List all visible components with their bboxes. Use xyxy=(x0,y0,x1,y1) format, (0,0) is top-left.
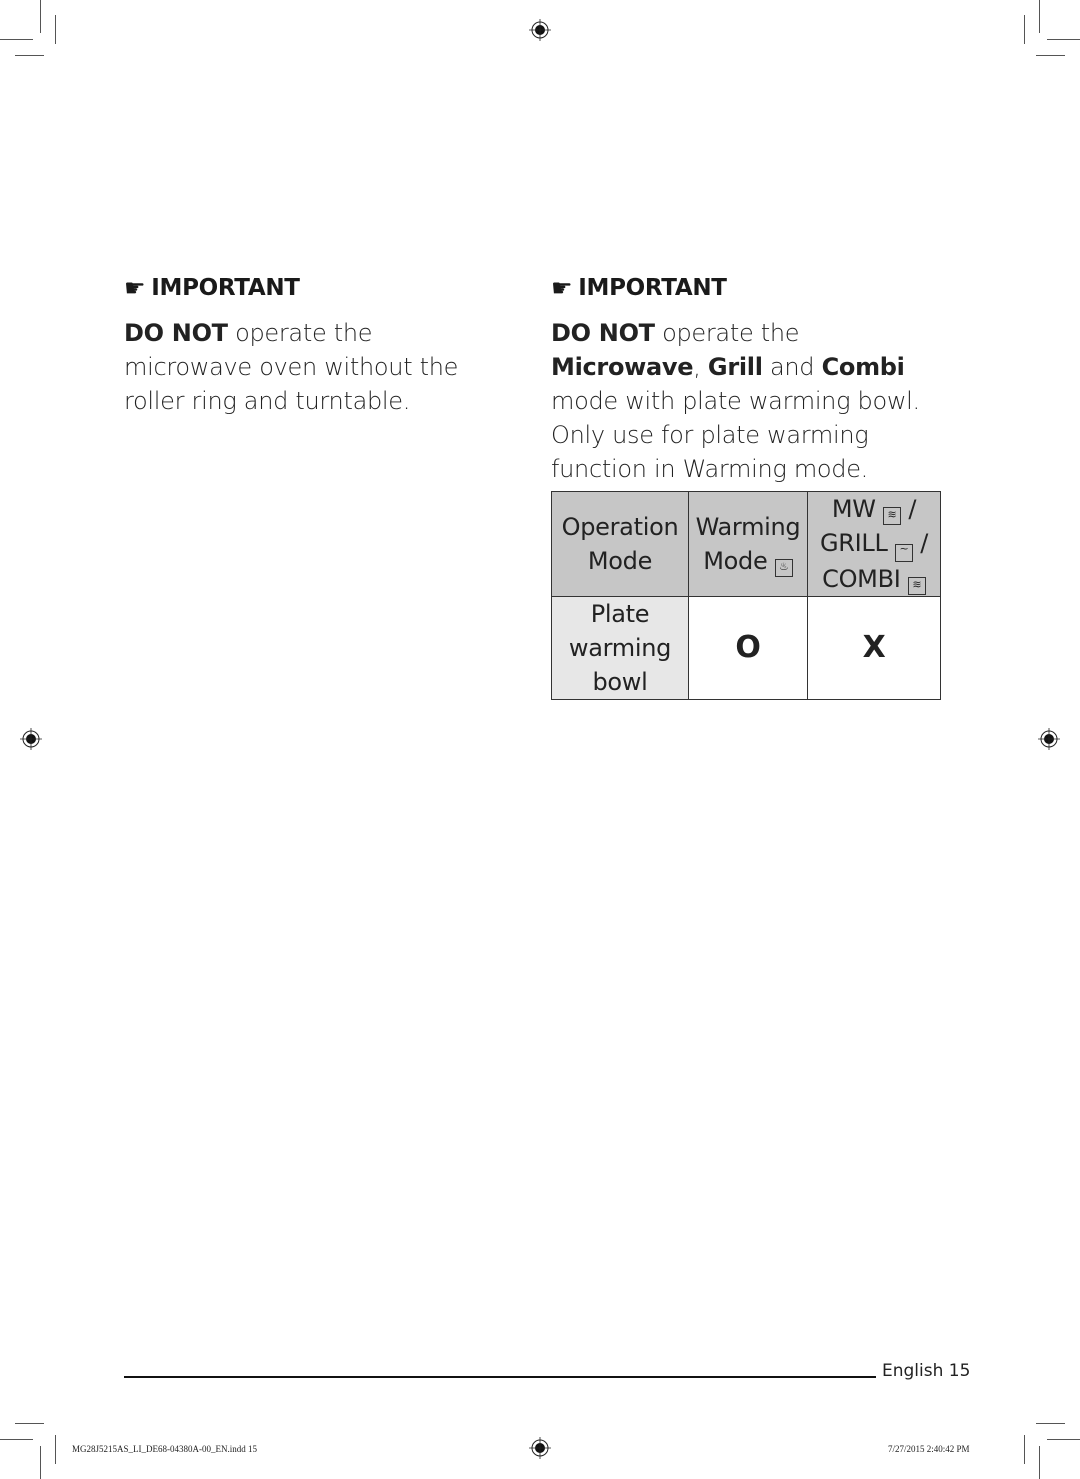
note-emphasis: DO NOT xyxy=(551,319,655,347)
note-heading-text: IMPORTANT xyxy=(151,275,300,301)
separator: / xyxy=(920,529,929,557)
combi-icon: ≋ xyxy=(907,577,926,595)
operation-mode-table: Operation Mode Warming Mode ♨ MW ≋ / GRI… xyxy=(551,491,941,700)
not-allowed-mark: X xyxy=(862,629,886,665)
note-text: , xyxy=(693,353,708,381)
crop-mark xyxy=(1036,1423,1065,1424)
microwave-icon: ≋ xyxy=(883,507,902,525)
page-number: 15 xyxy=(948,1361,971,1381)
header-mw-grill-combi: MW ≋ / GRILL ~ / COMBI ≋ xyxy=(807,491,941,597)
footer-language: English xyxy=(882,1361,944,1381)
note-heading-text: IMPORTANT xyxy=(578,275,727,301)
row-label-text: Plate warming bowl xyxy=(568,600,672,696)
note-emphasis: DO NOT xyxy=(124,319,228,347)
crop-mark xyxy=(1024,15,1025,44)
note-text: and xyxy=(762,353,822,381)
allowed-mark: O xyxy=(735,629,761,665)
separator: / xyxy=(908,495,917,523)
warming-mode-icon: ♨ xyxy=(774,559,793,577)
note-text: operate the xyxy=(654,319,800,347)
crop-mark xyxy=(55,1435,56,1464)
note-emphasis: Combi xyxy=(821,353,905,381)
header-warming-mode: Warming Mode ♨ xyxy=(688,491,808,597)
header-text: MW xyxy=(831,495,876,523)
warming-mode-cell: O xyxy=(688,596,808,700)
footer-rule xyxy=(124,1376,876,1378)
timestamp-slug: 7/27/2015 2:40:42 PM xyxy=(888,1444,970,1454)
table-row: Plate warming bowl O X xyxy=(551,596,941,700)
header-text: Operation Mode xyxy=(561,513,679,575)
note-text: mode with plate warming bowl. Only use f… xyxy=(551,387,920,483)
pointing-hand-icon: ☛ xyxy=(551,274,573,302)
pointing-hand-icon: ☛ xyxy=(124,274,146,302)
crop-mark xyxy=(15,55,44,56)
registration-mark-icon xyxy=(1038,728,1060,750)
crop-mark xyxy=(55,15,56,44)
crop-mark xyxy=(1047,1439,1080,1440)
note-heading: ☛ IMPORTANT xyxy=(551,272,946,304)
table-header-row: Operation Mode Warming Mode ♨ MW ≋ / GRI… xyxy=(551,491,941,597)
crop-mark xyxy=(0,1439,33,1440)
header-operation-mode: Operation Mode xyxy=(551,491,689,597)
note-body: DO NOT operate the Microwave, Grill and … xyxy=(551,316,946,486)
crop-mark xyxy=(1039,0,1040,33)
other-modes-cell: X xyxy=(807,596,941,700)
registration-mark-icon xyxy=(529,19,551,41)
row-label: Plate warming bowl xyxy=(551,596,689,700)
crop-mark xyxy=(0,39,33,40)
crop-mark xyxy=(1039,1446,1040,1479)
registration-mark-icon xyxy=(529,1437,551,1459)
file-slug: MG28J5215AS_LI_DE68-04380A-00_EN.indd 15 xyxy=(72,1444,257,1454)
grill-icon: ~ xyxy=(894,543,913,562)
page-footer: English 15 xyxy=(882,1361,970,1381)
crop-mark xyxy=(1024,1435,1025,1464)
crop-mark xyxy=(1036,55,1065,56)
note-heading: ☛ IMPORTANT xyxy=(124,272,504,304)
note-emphasis: Microwave xyxy=(551,353,694,381)
header-text: COMBI xyxy=(822,565,901,593)
note-body: DO NOT operate the microwave oven withou… xyxy=(124,316,504,418)
note-emphasis: Grill xyxy=(707,353,763,381)
important-note-right: ☛ IMPORTANT DO NOT operate the Microwave… xyxy=(551,272,946,486)
header-text: GRILL xyxy=(819,529,888,557)
crop-mark xyxy=(40,1446,41,1479)
crop-mark xyxy=(15,1423,44,1424)
crop-mark xyxy=(1047,39,1080,40)
crop-mark xyxy=(40,0,41,33)
registration-mark-icon xyxy=(20,728,42,750)
important-note-left: ☛ IMPORTANT DO NOT operate the microwave… xyxy=(124,272,504,418)
